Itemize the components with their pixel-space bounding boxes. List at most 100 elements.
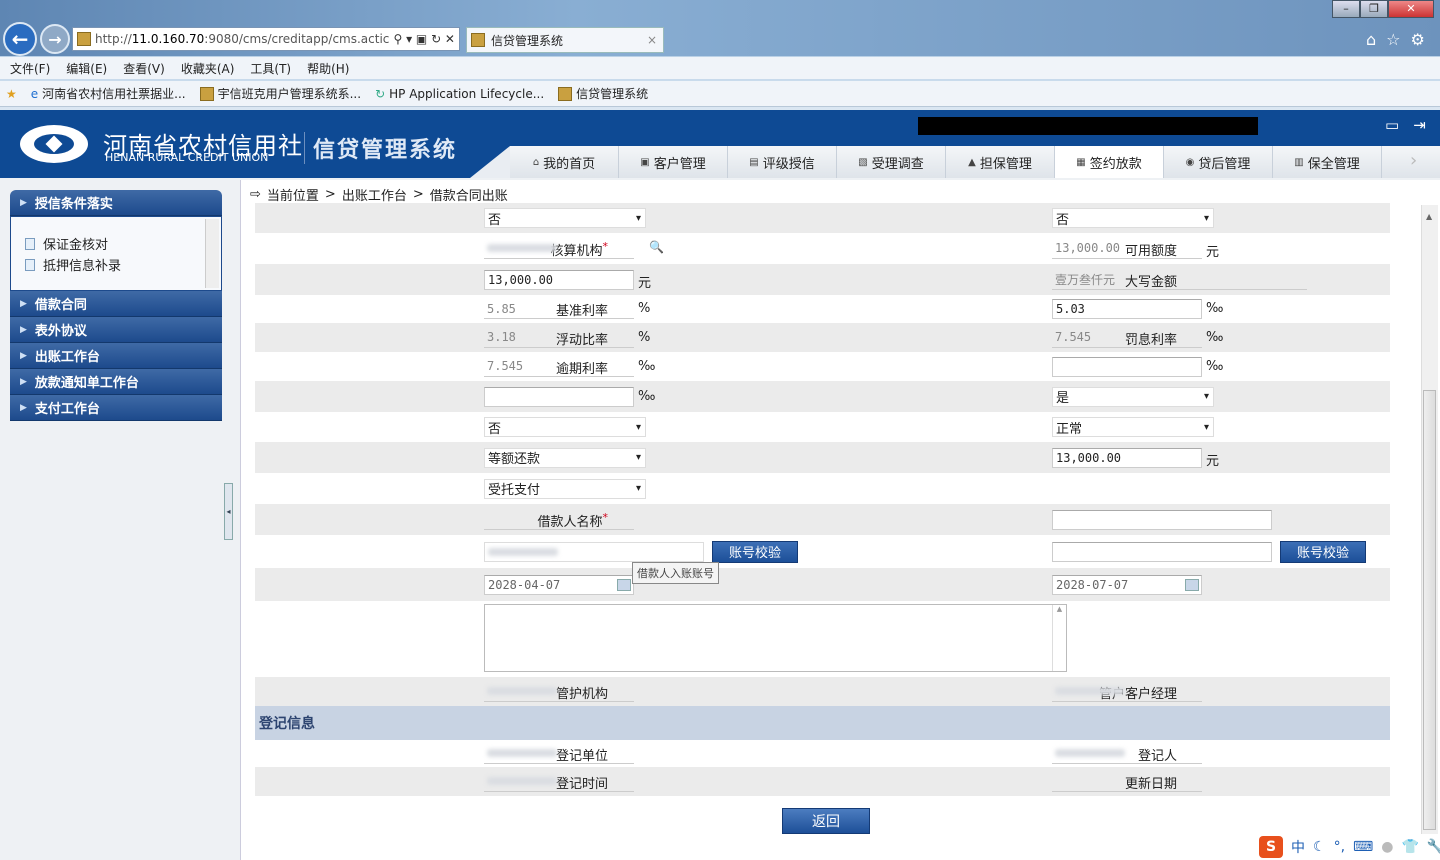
- form-row: 定制还款计划否本金分段*否: [255, 203, 1390, 233]
- back-button[interactable]: 返回: [782, 808, 870, 834]
- caret-icon: ▶: [20, 197, 27, 208]
- home-icon[interactable]: ⌂: [1366, 30, 1376, 49]
- unit-label: 元: [1206, 453, 1220, 469]
- favorites-star-icon[interactable]: ★: [6, 87, 17, 101]
- gear-icon[interactable]: ⚙: [1411, 30, 1425, 49]
- nav-tab-icon: ▣: [640, 156, 650, 168]
- minimize-button[interactable]: –: [1332, 0, 1360, 18]
- back-icon[interactable]: ←: [3, 22, 37, 56]
- breadcrumb-separator: >: [324, 187, 336, 202]
- punctuation-icon[interactable]: °,: [1334, 839, 1345, 855]
- star-icon[interactable]: ☆: [1386, 30, 1400, 49]
- nav-tab[interactable]: ▧ 受理调查: [837, 146, 946, 178]
- unit-label: 元: [1206, 244, 1220, 260]
- sogou-logo[interactable]: S: [1259, 836, 1283, 858]
- nav-tab[interactable]: ▦ 签约放款: [1055, 146, 1164, 178]
- keyboard-icon[interactable]: ⌨: [1353, 839, 1373, 855]
- input-3r[interactable]: 5.03: [1052, 299, 1202, 319]
- sidebar-item-label: 抵押信息补录: [43, 259, 122, 274]
- date-input-12r[interactable]: 2028-07-07: [1052, 574, 1202, 595]
- moon-icon[interactable]: ☾: [1313, 839, 1326, 855]
- menu-tools[interactable]: 工具(T): [250, 60, 291, 77]
- menu-file[interactable]: 文件(F): [10, 60, 50, 77]
- input-8r[interactable]: 13,000.00: [1052, 447, 1202, 468]
- favorite-link[interactable]: e 河南省农村信用社票据业...: [31, 85, 186, 102]
- nav-tab[interactable]: ▲ 担保管理: [946, 146, 1055, 178]
- select-0r[interactable]: 否: [1052, 208, 1214, 228]
- breadcrumb: ⇨ 当前位置 > 出账工作台 > 借款合同出账: [250, 185, 508, 204]
- sidebar-section[interactable]: ▶ 支付工作台: [10, 395, 222, 421]
- logout-icon[interactable]: ⇥: [1413, 116, 1426, 134]
- sidebar-item[interactable]: 抵押信息补录: [25, 254, 221, 275]
- address-bar[interactable]: http://11.0.160.70:9080/cms/creditapp/cm…: [72, 27, 460, 51]
- input-11l[interactable]: [484, 541, 704, 562]
- textarea-scrollbar[interactable]: ▲: [1052, 605, 1066, 671]
- caret-icon: ▶: [20, 324, 27, 335]
- scrollbar-thumb[interactable]: [1423, 390, 1436, 830]
- sidebar-section[interactable]: ▶ 表外协议: [10, 317, 222, 343]
- select-0l[interactable]: 否: [484, 208, 646, 228]
- calendar-icon[interactable]: [617, 578, 631, 591]
- nav-tab[interactable]: ⌂ 我的首页: [510, 146, 619, 178]
- search-refresh-stop-icons[interactable]: ⚲ ▾ ▣ ↻ ✕: [393, 32, 455, 46]
- skin-icon[interactable]: 👕: [1401, 839, 1418, 855]
- select-9l[interactable]: 受托支付: [484, 478, 646, 499]
- forward-icon[interactable]: →: [40, 24, 70, 54]
- redacted-value: [487, 777, 557, 785]
- sidebar-section[interactable]: ▶ 放款通知单工作台: [10, 369, 222, 395]
- menu-view[interactable]: 查看(V): [123, 60, 165, 77]
- wrench-icon[interactable]: 🔧: [1427, 839, 1440, 855]
- unit-label: ‰: [1206, 329, 1224, 345]
- caret-icon: ▶: [20, 402, 27, 413]
- verify-account-button[interactable]: 账号校验: [1280, 540, 1366, 563]
- sidebar-item[interactable]: 保证金核对: [25, 233, 221, 254]
- favorite-link[interactable]: ↻ HP Application Lifecycle...: [375, 87, 544, 101]
- favorite-link[interactable]: 信贷管理系统: [558, 85, 648, 102]
- input-10r[interactable]: [1052, 509, 1272, 530]
- breadcrumb-item[interactable]: 出账工作台: [342, 185, 407, 204]
- select-7r[interactable]: 正常: [1052, 417, 1214, 437]
- user-icon[interactable]: ●: [1381, 839, 1393, 855]
- input-5r[interactable]: [1052, 356, 1202, 377]
- maximize-button[interactable]: ❐: [1360, 0, 1388, 18]
- input-2l[interactable]: 13,000.00: [484, 269, 634, 290]
- readonly-10l: [484, 510, 634, 530]
- nav-tab[interactable]: ▣ 客户管理: [619, 146, 728, 178]
- sidebar-collapse-handle[interactable]: ◂: [224, 483, 233, 540]
- redacted-value: [487, 749, 557, 757]
- nav-next-icon[interactable]: ›: [1410, 150, 1417, 171]
- input-11r[interactable]: [1052, 541, 1272, 562]
- nav-tab[interactable]: ▥ 保全管理: [1273, 146, 1382, 178]
- caret-icon: ▶: [20, 376, 27, 387]
- ime-mode[interactable]: 中: [1291, 837, 1305, 857]
- remarks-textarea[interactable]: ▲: [484, 604, 1067, 672]
- sidebar-section[interactable]: ▶ 借款合同: [10, 291, 222, 317]
- input-6l[interactable]: [484, 386, 634, 407]
- verify-account-button[interactable]: 账号校验: [712, 540, 798, 563]
- scroll-up-icon[interactable]: ▲: [1426, 212, 1432, 221]
- nav-tab[interactable]: ▤ 评级授信: [728, 146, 837, 178]
- menu-help[interactable]: 帮助(H): [307, 60, 349, 77]
- menu-favorites[interactable]: 收藏夹(A): [181, 60, 235, 77]
- close-tab-icon[interactable]: ×: [647, 33, 657, 47]
- nav-tab-icon: ⌂: [532, 156, 540, 168]
- nav-tab[interactable]: ◉ 贷后管理: [1164, 146, 1273, 178]
- menu-edit[interactable]: 编辑(E): [66, 60, 107, 77]
- select-8l[interactable]: 等额还款: [484, 447, 646, 468]
- calendar-icon[interactable]: [1185, 578, 1199, 591]
- redacted-value: [1055, 687, 1125, 695]
- search-icon[interactable]: 🔍: [649, 240, 664, 254]
- unit-label: %: [638, 329, 651, 345]
- favorite-link[interactable]: 宇信班克用户管理系统系...: [199, 85, 361, 102]
- sidebar-submenu: 保证金核对 抵押信息补录: [10, 216, 222, 291]
- sidebar-section[interactable]: ▶ 出账工作台: [10, 343, 222, 369]
- select-6r[interactable]: 是: [1052, 386, 1214, 407]
- select-7l[interactable]: 否: [484, 417, 646, 437]
- sidebar-scrollbar[interactable]: [205, 219, 219, 288]
- date-input-12l[interactable]: 2028-04-07: [484, 574, 634, 595]
- sidebar-section[interactable]: ▶ 授信条件落实: [10, 190, 222, 216]
- form-row: 逾期利率7.545‰复利利率‰: [255, 352, 1390, 381]
- monitor-icon[interactable]: ▭: [1385, 116, 1399, 134]
- close-window-button[interactable]: ✕: [1388, 0, 1434, 18]
- browser-tab[interactable]: 信贷管理系统 ×: [466, 27, 664, 53]
